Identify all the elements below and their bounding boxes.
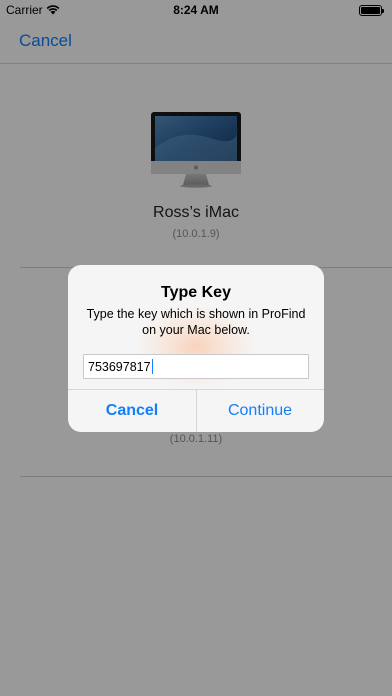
alert-continue-button[interactable]: Continue <box>196 390 324 432</box>
alert-cancel-button[interactable]: Cancel <box>68 390 196 432</box>
alert-message: Type the key which is shown in ProFind o… <box>86 307 306 337</box>
key-input-value: 753697817 <box>88 360 151 374</box>
text-cursor <box>151 359 154 374</box>
type-key-alert: Type Key Type the key which is shown in … <box>68 265 324 432</box>
key-input[interactable]: 753697817 <box>83 354 309 379</box>
alert-title: Type Key <box>161 284 231 301</box>
